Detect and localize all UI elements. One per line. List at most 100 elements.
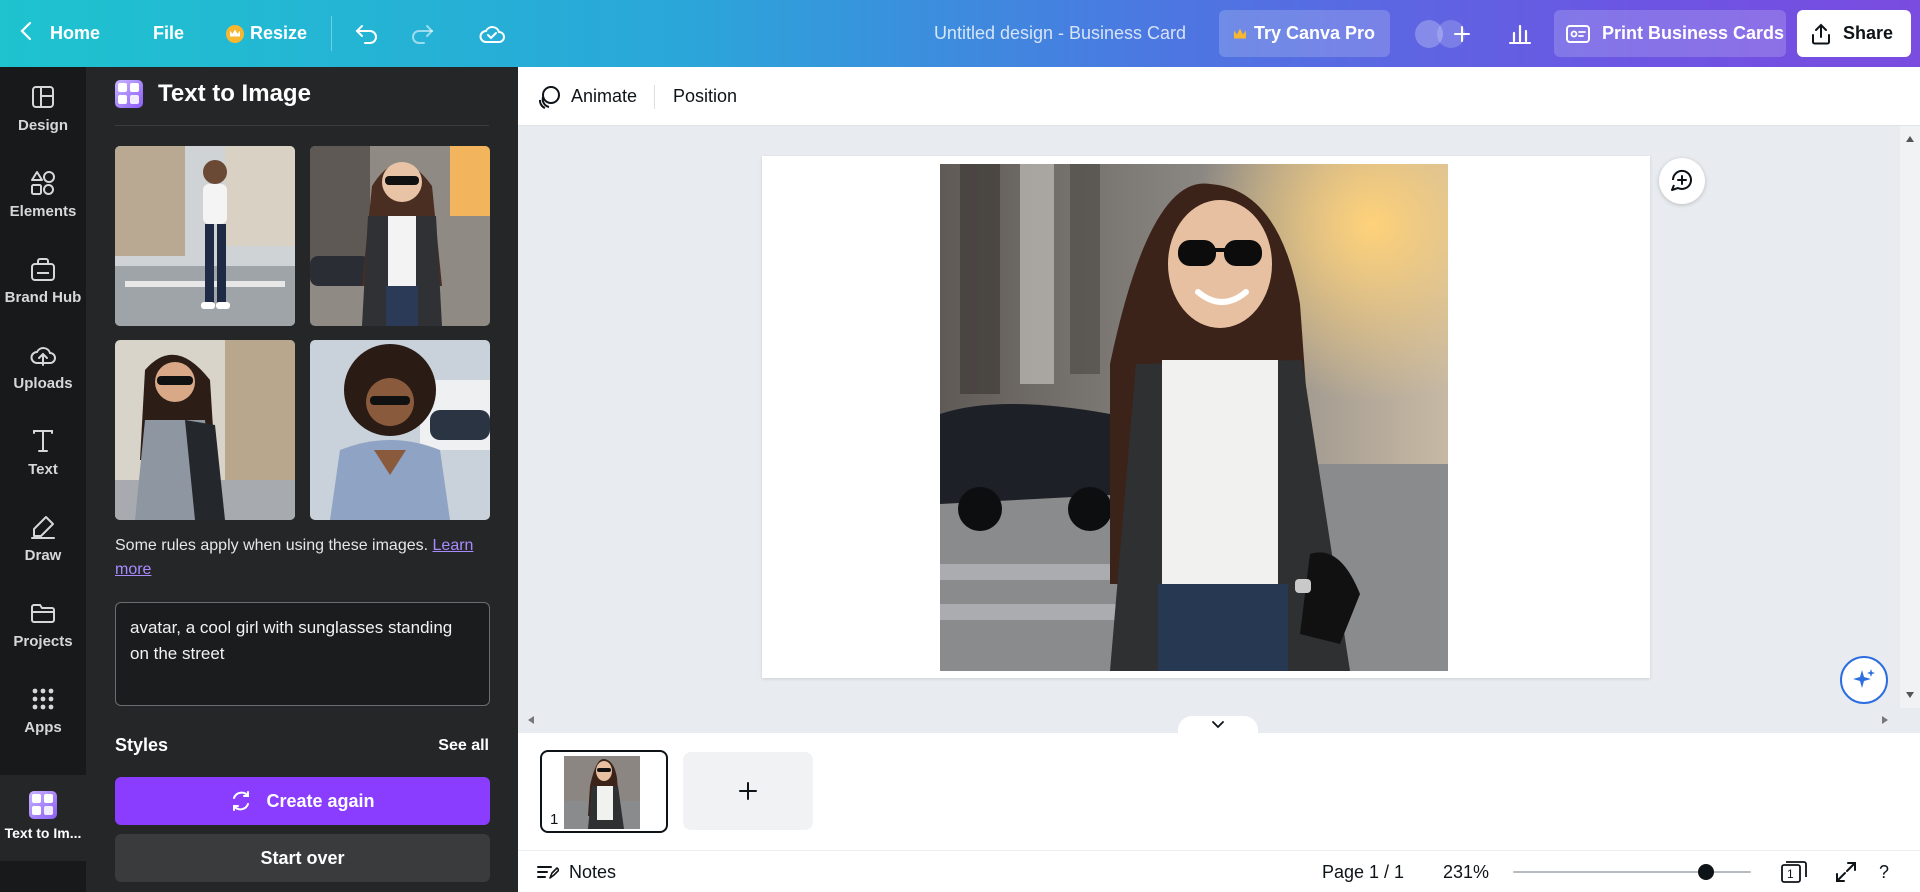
- shapes-icon: [29, 169, 57, 197]
- rail-item-design[interactable]: Design: [0, 67, 86, 147]
- plus-icon[interactable]: [1446, 18, 1478, 50]
- notes-icon: [537, 864, 559, 880]
- grid-icon: [29, 685, 57, 713]
- magic-assistant-button[interactable]: [1840, 656, 1888, 704]
- try-canva-pro-button[interactable]: Try Canva Pro: [1219, 10, 1390, 57]
- share-upload-icon: [1811, 23, 1831, 45]
- print-business-cards-button[interactable]: Print Business Cards: [1554, 10, 1786, 57]
- page-number: 1: [550, 811, 559, 828]
- prompt-input[interactable]: avatar, a cool girl with sunglasses stan…: [115, 602, 490, 706]
- rail-item-apps[interactable]: Apps: [0, 669, 86, 749]
- styles-header: Styles See all: [115, 735, 489, 759]
- position-button[interactable]: Position: [673, 67, 737, 126]
- see-all-link[interactable]: See all: [438, 737, 489, 755]
- notes-label: Notes: [569, 861, 617, 882]
- rail-label: Text: [28, 461, 58, 478]
- animate-label: Animate: [571, 86, 638, 106]
- pages-strip: 1: [518, 733, 1920, 850]
- pen-icon: [29, 513, 57, 541]
- sparkle-icon: [1851, 667, 1877, 693]
- crown-icon: [226, 24, 244, 43]
- rail-label: Uploads: [13, 375, 73, 392]
- cloud-upload-icon: [29, 341, 57, 369]
- rail-label: Text to Im...: [4, 825, 82, 841]
- rail-item-brand-hub[interactable]: Brand Hub: [0, 239, 86, 319]
- text-to-image-icon: [29, 791, 57, 819]
- rail-item-text-to-image[interactable]: Text to Im...: [0, 775, 86, 861]
- animate-button[interactable]: Animate: [537, 67, 637, 126]
- folder-icon: [29, 599, 57, 627]
- home-label: Home: [50, 23, 101, 43]
- hide-pages-toggle[interactable]: [1178, 716, 1258, 734]
- rail-label: Apps: [24, 719, 62, 736]
- start-over-button[interactable]: Start over: [115, 834, 490, 882]
- add-comment-button[interactable]: [1659, 158, 1705, 204]
- usage-rules-text: Some rules apply when using these images…: [115, 534, 489, 582]
- rail-label: Elements: [9, 203, 77, 220]
- layout-icon: [29, 83, 57, 111]
- print-label: Print Business Cards: [1602, 23, 1785, 43]
- undo-icon[interactable]: [351, 18, 383, 50]
- chevron-down-icon: [1212, 721, 1224, 729]
- vertical-scrollbar[interactable]: [1900, 126, 1920, 708]
- chevron-left-icon: [20, 21, 32, 46]
- rail-label: Brand Hub: [4, 289, 82, 306]
- zoom-percentage[interactable]: 231%: [1443, 851, 1489, 892]
- generated-image-3[interactable]: [115, 340, 295, 520]
- notes-button[interactable]: Notes: [537, 851, 616, 892]
- help-button[interactable]: ?: [1879, 851, 1889, 892]
- resize-button[interactable]: Resize: [226, 0, 307, 67]
- text-icon: [29, 427, 57, 455]
- placed-image[interactable]: [940, 164, 1448, 671]
- fullscreen-icon[interactable]: [1835, 851, 1857, 892]
- try-pro-label: Try Canva Pro: [1253, 23, 1376, 43]
- cloud-saved-icon[interactable]: [476, 18, 508, 50]
- rules-label: Some rules apply when using these images…: [115, 537, 433, 554]
- rail-label: Projects: [13, 633, 73, 650]
- insights-chart-icon[interactable]: [1504, 18, 1536, 50]
- panel-divider: [115, 125, 489, 126]
- rail-item-text[interactable]: Text: [0, 411, 86, 491]
- add-page-button[interactable]: [683, 752, 813, 830]
- toolbar-divider: [654, 85, 655, 109]
- create-again-button[interactable]: Create again: [115, 777, 490, 825]
- rail-item-draw[interactable]: Draw: [0, 497, 86, 577]
- comment-refresh-icon: [1669, 168, 1695, 194]
- design-page[interactable]: [762, 156, 1650, 678]
- generated-image-2[interactable]: [310, 146, 490, 326]
- share-button[interactable]: Share: [1797, 10, 1911, 57]
- panel-title: Text to Image: [158, 80, 311, 107]
- zoom-slider-track[interactable]: [1513, 871, 1751, 873]
- page-indicator-button[interactable]: Page 1 / 1: [1322, 851, 1404, 892]
- brand-icon: [29, 255, 57, 283]
- panel-header: Text to Image: [115, 80, 311, 108]
- create-again-label: Create again: [266, 790, 375, 811]
- design-title[interactable]: Untitled design - Business Card: [905, 0, 1215, 67]
- share-label: Share: [1843, 23, 1894, 43]
- plus-icon: [738, 781, 758, 801]
- page-thumbnail[interactable]: 1: [540, 750, 668, 833]
- animate-icon: [537, 85, 561, 109]
- generated-image-1[interactable]: [115, 146, 295, 326]
- page-grid-view-button[interactable]: 1: [1781, 851, 1807, 892]
- page-count: 1: [1787, 867, 1794, 881]
- page-thumbnail-preview: [564, 756, 640, 829]
- zoom-slider-handle[interactable]: [1698, 864, 1714, 880]
- text-to-image-icon: [115, 80, 143, 108]
- resize-label: Resize: [250, 23, 308, 43]
- refresh-icon: [230, 790, 252, 812]
- rail-item-uploads[interactable]: Uploads: [0, 325, 86, 405]
- file-menu-button[interactable]: File: [153, 0, 184, 67]
- toolbar-divider: [331, 16, 332, 51]
- generated-image-4[interactable]: [310, 340, 490, 520]
- help-label: ?: [1879, 861, 1890, 882]
- text-to-image-panel: Text to Image Some rules apply when usin…: [86, 67, 518, 892]
- rail-item-projects[interactable]: Projects: [0, 583, 86, 663]
- pages-icon: 1: [1781, 861, 1807, 883]
- rail-label: Design: [17, 117, 68, 134]
- context-toolbar: Animate Position: [518, 67, 1920, 126]
- home-button[interactable]: Home: [20, 0, 100, 67]
- top-toolbar: Home File Resize Untitled design - Busin…: [0, 0, 1920, 67]
- rail-item-elements[interactable]: Elements: [0, 153, 86, 233]
- redo-icon[interactable]: [406, 18, 438, 50]
